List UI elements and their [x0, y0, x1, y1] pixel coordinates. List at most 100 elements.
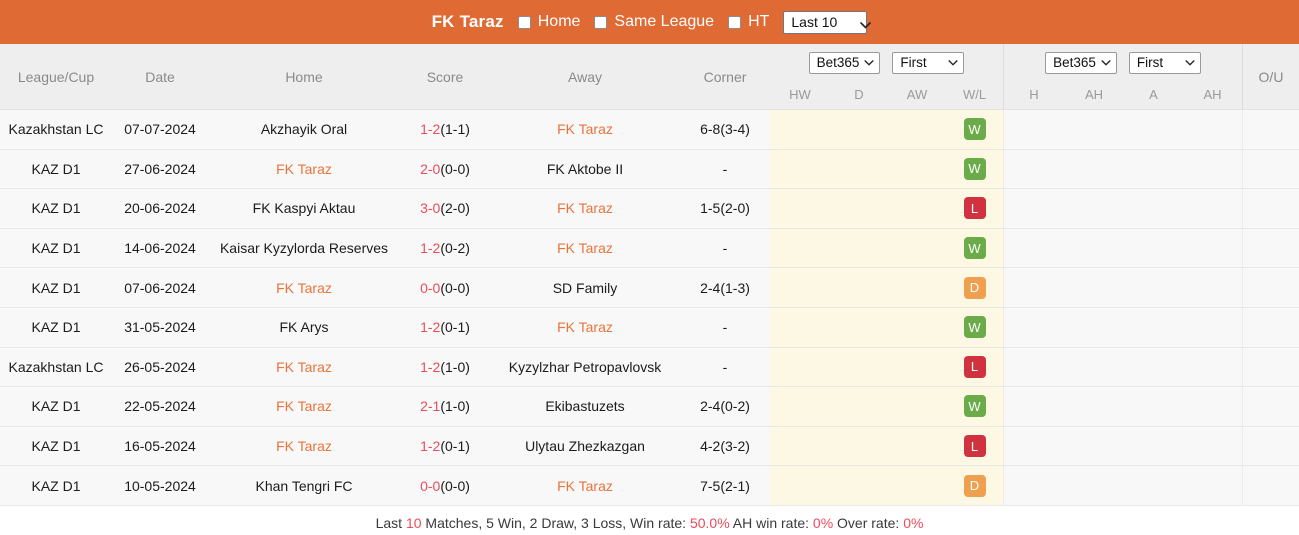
- status-badge: D: [963, 474, 986, 497]
- table-row[interactable]: KAZ D1 22-05-2024 FK Taraz 2-1 (1-0) Ekibastu…: [0, 387, 1299, 427]
- cell-home-team[interactable]: FK Taraz: [208, 427, 400, 466]
- filter-ht[interactable]: HT: [728, 13, 769, 31]
- subcolumn-h: H: [1029, 86, 1039, 102]
- cell-score[interactable]: 1-2 (1-0): [400, 348, 490, 387]
- cell-score[interactable]: 0-0 (0-0): [400, 466, 490, 505]
- cell-league: KAZ D1: [31, 200, 81, 217]
- cell-score[interactable]: 2-1 (1-0): [400, 387, 490, 426]
- cell-ou: [1243, 189, 1299, 228]
- cell-home-team[interactable]: FK Kaspyi Aktau: [208, 189, 400, 228]
- cell-corner: -: [722, 240, 728, 257]
- cell-home-team[interactable]: FK Arys: [208, 308, 400, 347]
- cell-home-team[interactable]: Akzhayik Oral: [208, 110, 400, 149]
- score-halftime: (1-0): [440, 358, 470, 375]
- column-header-away: Away: [568, 69, 602, 85]
- cell-away-team[interactable]: FK Taraz: [490, 189, 680, 228]
- cell-corner: 1-5(2-0): [700, 200, 750, 217]
- odds-zone-2: [1004, 387, 1242, 426]
- odds-zone-2: [1004, 149, 1242, 189]
- match-range-value: Last 10: [791, 13, 838, 30]
- cell-home-team[interactable]: FK Taraz: [208, 150, 400, 189]
- table-row[interactable]: KAZ D1 31-05-2024 FK Arys 1-2 (0-1) FK Taraz -…: [0, 307, 1299, 348]
- cell-away-team[interactable]: Ulytau Zhezkazgan: [490, 427, 680, 466]
- home-team-label: FK Taraz: [276, 358, 332, 375]
- cell-ou: [1243, 229, 1299, 268]
- subcolumn-a: A: [1149, 86, 1158, 102]
- subcolumn-ah-2: AH: [1203, 86, 1222, 102]
- odds-group-2-header: Bet365 First H AH A AH: [1004, 44, 1242, 110]
- period-select-2[interactable]: First: [1128, 52, 1201, 74]
- period-select-2-value: First: [1136, 55, 1164, 70]
- cell-date: 16-05-2024: [124, 438, 196, 455]
- cell-away-team[interactable]: FK Aktobe II: [490, 150, 680, 189]
- cell-score[interactable]: 2-0 (0-0): [400, 150, 490, 189]
- cell-away-team[interactable]: FK Taraz: [490, 466, 680, 505]
- period-select-1[interactable]: First: [892, 52, 965, 74]
- cell-home-team[interactable]: FK Taraz: [208, 387, 400, 426]
- cell-league: KAZ D1: [31, 398, 81, 415]
- home-checkbox[interactable]: [517, 15, 531, 29]
- status-badge: W: [963, 118, 986, 141]
- odds-zone-1: D: [770, 268, 1003, 307]
- cell-score[interactable]: 1-2 (0-1): [400, 427, 490, 466]
- cell-home-team[interactable]: Khan Tengri FC: [208, 466, 400, 505]
- cell-home-team[interactable]: Kaisar Kyzylorda Reserves: [208, 229, 400, 268]
- cell-away-team[interactable]: SD Family: [490, 268, 680, 307]
- away-team-label: Ulytau Zhezkazgan: [525, 438, 645, 455]
- match-range-select[interactable]: Last 10: [783, 10, 872, 34]
- cell-score[interactable]: 1-2 (0-1): [400, 308, 490, 347]
- cell-date: 26-05-2024: [124, 358, 196, 375]
- table-row[interactable]: Kazakhstan LC 07-07-2024 Akzhayik Oral 1-2(…: [0, 110, 1299, 150]
- cell-away-team[interactable]: Ekibastuzets: [490, 387, 680, 426]
- filter-same-league[interactable]: Same League: [594, 13, 714, 31]
- cell-result: D: [946, 276, 1003, 299]
- cell-ou: [1243, 387, 1299, 426]
- chevron-down-icon: [1101, 60, 1111, 66]
- column-header-date: Date: [145, 69, 175, 85]
- score-halftime: (1-1): [440, 121, 470, 138]
- table-row[interactable]: KAZ D1 20-06-2024 FK Kaspyi Aktau 3-0 (2-0) F…: [0, 189, 1299, 229]
- odds-zone-1: L: [770, 347, 1003, 387]
- summary-over-rate: 0%: [903, 514, 924, 531]
- summary-prefix: Last: [375, 514, 406, 531]
- score-fulltime: 1-2: [420, 358, 441, 375]
- odds-zone-2: [1004, 228, 1242, 268]
- cell-score[interactable]: 1-2 (1-1): [400, 110, 490, 149]
- bookmaker-select-2[interactable]: Bet365: [1045, 52, 1117, 74]
- status-badge: L: [963, 197, 986, 220]
- odds-zone-1: W: [770, 110, 1003, 149]
- odds-group-1-header: Bet365 First HW D AW W/L: [770, 44, 1003, 110]
- odds-zone-1: W: [770, 149, 1003, 189]
- cell-result: W: [946, 118, 1003, 141]
- table-row[interactable]: KAZ D1 14-06-2024 Kaisar Kyzylorda Reserve…: [0, 228, 1299, 269]
- cell-away-team[interactable]: FK Taraz: [490, 110, 680, 149]
- cell-result: D: [946, 474, 1003, 497]
- cell-home-team[interactable]: FK Taraz: [208, 348, 400, 387]
- cell-score[interactable]: 0-0 (0-0): [400, 268, 490, 307]
- filter-home[interactable]: Home: [517, 13, 580, 31]
- cell-home-team[interactable]: FK Taraz: [208, 268, 400, 307]
- table-row[interactable]: KAZ D1 16-05-2024 FK Taraz 1-2 (0-1) Ulytau Z…: [0, 426, 1299, 467]
- away-team-label: FK Taraz: [557, 240, 613, 257]
- cell-date: 31-05-2024: [124, 319, 196, 336]
- cell-away-team[interactable]: Kyzylzhar Petropavlovsk: [490, 348, 680, 387]
- table-row[interactable]: Kazakhstan LC 26-05-2024 FK Taraz 1-2 (1-0) K…: [0, 347, 1299, 388]
- home-team-label: FK Arys: [279, 319, 329, 336]
- odds-zone-2: [1004, 110, 1242, 149]
- cell-score[interactable]: 3-0 (2-0): [400, 189, 490, 228]
- cell-result: W: [946, 157, 1003, 180]
- cell-score[interactable]: 1-2 (0-2): [400, 229, 490, 268]
- cell-ou: [1243, 466, 1299, 505]
- cell-date: 14-06-2024: [124, 240, 196, 257]
- bookmaker-select-2-value: Bet365: [1053, 55, 1096, 70]
- ht-checkbox[interactable]: [728, 15, 742, 29]
- cell-away-team[interactable]: FK Taraz: [490, 308, 680, 347]
- cell-away-team[interactable]: FK Taraz: [490, 229, 680, 268]
- table-row[interactable]: KAZ D1 07-06-2024 FK Taraz 0-0 (0-0) SD Famil…: [0, 268, 1299, 308]
- filter-toolbar: FK Taraz Home Same League HT Last 10: [0, 0, 1299, 44]
- table-row[interactable]: KAZ D1 10-05-2024 Khan Tengri FC 0-0 (0-0) FK…: [0, 466, 1299, 506]
- score-halftime: (2-0): [440, 200, 470, 217]
- bookmaker-select-1[interactable]: Bet365: [808, 52, 881, 74]
- same-league-checkbox[interactable]: [594, 15, 608, 29]
- table-row[interactable]: KAZ D1 27-06-2024 FK Taraz 2-0 (0-0) FK Aktob…: [0, 149, 1299, 190]
